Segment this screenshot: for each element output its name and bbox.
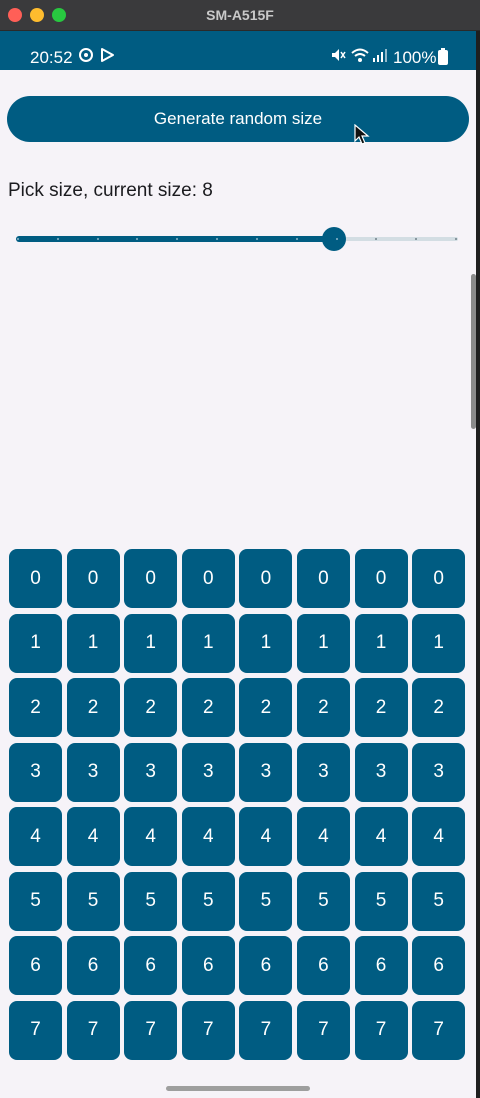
grid-cell[interactable]: 6 [181,936,235,995]
grid-cell[interactable]: 2 [181,678,235,737]
sync-icon [78,47,94,69]
window-title: SM-A515F [206,7,274,23]
size-slider[interactable] [16,227,458,251]
grid-cell[interactable]: 0 [9,549,62,608]
grid-cell[interactable]: 3 [124,742,178,802]
grid-cell[interactable]: 4 [354,807,408,866]
grid-cell[interactable]: 6 [354,936,408,995]
grid-cell[interactable]: 4 [296,807,350,866]
grid-cell[interactable]: 6 [9,936,62,995]
slider-tick [96,238,99,240]
grid-cell[interactable]: 6 [66,936,120,995]
grid-cell[interactable]: 1 [296,613,350,673]
grid-cell[interactable]: 1 [354,613,408,673]
grid-cell[interactable]: 3 [66,742,120,802]
grid-cell[interactable]: 4 [412,807,466,866]
grid-cell[interactable]: 5 [124,871,178,931]
grid-cell[interactable]: 5 [181,871,235,931]
grid-cell[interactable]: 2 [354,678,408,737]
grid-cell[interactable]: 3 [239,742,293,802]
grid-cell[interactable]: 0 [66,549,120,608]
window-titlebar: SM-A515F [0,0,480,31]
grid-cell[interactable]: 0 [354,549,408,608]
grid-cell[interactable]: 6 [296,936,350,995]
scrollbar[interactable] [471,274,476,429]
battery-percent: 100% [393,48,437,67]
grid-cell[interactable]: 7 [9,1000,62,1060]
grid-cell[interactable]: 3 [412,742,466,802]
grid-cell[interactable]: 1 [124,613,178,673]
mouse-cursor-icon [354,124,370,145]
grid-cell[interactable]: 7 [181,1000,235,1060]
slider-tick [17,238,19,240]
grid-cell[interactable]: 2 [412,678,466,737]
grid-cell[interactable]: 7 [354,1000,408,1060]
grid-cell[interactable]: 6 [412,936,466,995]
status-bar: 20:52 100% [0,31,476,70]
grid-cell[interactable]: 1 [9,613,62,673]
generate-random-size-button[interactable]: Generate random size [7,96,469,142]
grid-cell[interactable]: 5 [66,871,120,931]
grid-cell[interactable]: 7 [124,1000,178,1060]
device-screen: 20:52 100% Generate random size Pick siz… [0,31,476,1098]
grid-cell[interactable]: 7 [296,1000,350,1060]
grid-cell[interactable]: 2 [9,678,62,737]
grid-cell[interactable]: 1 [66,613,120,673]
grid-cell[interactable]: 2 [239,678,293,737]
grid-cell[interactable]: 1 [412,613,466,673]
grid-cell[interactable]: 3 [354,742,408,802]
grid-cell[interactable]: 4 [239,807,293,866]
grid-cell[interactable]: 2 [296,678,350,737]
gesture-nav-handle[interactable] [166,1086,310,1091]
grid-cell[interactable]: 2 [124,678,178,737]
grid-cell[interactable]: 0 [181,549,235,608]
slider-tick [56,238,59,240]
grid-cell[interactable]: 5 [412,871,466,931]
grid-cell[interactable]: 5 [354,871,408,931]
grid-cell[interactable]: 3 [296,742,350,802]
grid-cell[interactable]: 3 [181,742,235,802]
size-label: Pick size, current size: 8 [8,180,213,201]
grid-cell[interactable]: 7 [66,1000,120,1060]
battery-icon [438,48,448,65]
mute-icon [330,47,346,69]
slider-track-active [16,236,334,242]
grid-cell[interactable]: 3 [9,742,62,802]
slider-tick [455,238,457,240]
grid-cell[interactable]: 1 [239,613,293,673]
grid-cell[interactable]: 4 [9,807,62,866]
grid-cell[interactable]: 7 [412,1000,466,1060]
grid-cell[interactable]: 7 [239,1000,293,1060]
grid-cell[interactable]: 5 [239,871,293,931]
grid-cell[interactable]: 0 [239,549,293,608]
grid-cell[interactable]: 2 [66,678,120,737]
grid-cell[interactable]: 4 [66,807,120,866]
wifi-icon [350,47,370,69]
grid-cell[interactable]: 4 [124,807,178,866]
grid-cell[interactable]: 0 [296,549,350,608]
slider-tick [335,238,338,240]
grid-cell[interactable]: 4 [181,807,235,866]
status-time: 20:52 [30,48,73,67]
play-store-icon [99,47,115,69]
number-grid: 0000000011111111222222223333333344444444… [9,549,466,1060]
grid-cell[interactable]: 6 [239,936,293,995]
signal-icon [372,47,388,69]
slider-tick [295,238,298,240]
grid-cell[interactable]: 6 [124,936,178,995]
grid-cell[interactable]: 0 [124,549,178,608]
slider-tick [255,238,258,240]
grid-cell[interactable]: 5 [9,871,62,931]
grid-cell[interactable]: 5 [296,871,350,931]
grid-cell[interactable]: 1 [181,613,235,673]
slider-thumb[interactable] [321,227,346,251]
grid-cell[interactable]: 0 [412,549,466,608]
